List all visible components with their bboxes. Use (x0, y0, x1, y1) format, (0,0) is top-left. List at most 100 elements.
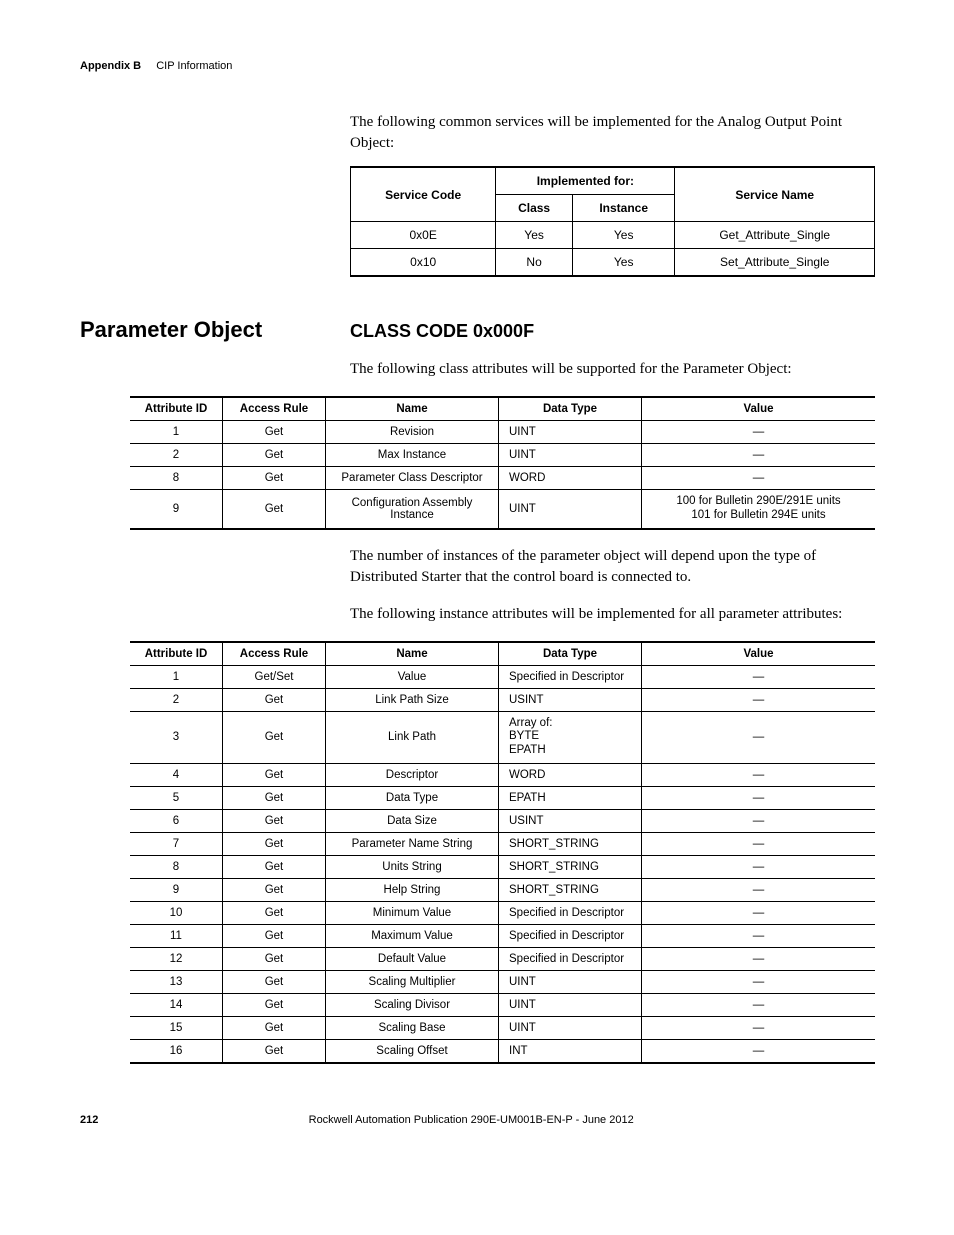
table-row: 6GetData SizeUSINT— (130, 809, 875, 832)
cell: 0x0E (351, 222, 496, 249)
cell: Get (223, 855, 326, 878)
th-access-rule: Access Rule (223, 642, 326, 666)
cell: Set_Attribute_Single (675, 249, 875, 277)
table-row: 0x10NoYesSet_Attribute_Single (351, 249, 875, 277)
th-attr-id: Attribute ID (130, 642, 223, 666)
cell: Get (223, 490, 326, 529)
th-name: Name (326, 397, 499, 421)
table-row: 16GetScaling OffsetINT— (130, 1039, 875, 1063)
cell: Scaling Base (326, 1016, 499, 1039)
th-data-type: Data Type (499, 642, 642, 666)
cell: 9 (130, 878, 223, 901)
cell: — (642, 665, 876, 688)
th-attr-id: Attribute ID (130, 397, 223, 421)
cell: 7 (130, 832, 223, 855)
cell: Get (223, 786, 326, 809)
cell: Minimum Value (326, 901, 499, 924)
page-footer: 212 Rockwell Automation Publication 290E… (80, 1114, 874, 1126)
cell: 5 (130, 786, 223, 809)
th-service-name: Service Name (675, 167, 875, 222)
table-row: 1GetRevisionUINT— (130, 421, 875, 444)
table-row: 3GetLink PathArray of:BYTEEPATH— (130, 711, 875, 763)
cell: Max Instance (326, 444, 499, 467)
th-name: Name (326, 642, 499, 666)
table-row: 7GetParameter Name StringSHORT_STRING— (130, 832, 875, 855)
cell: Get (223, 878, 326, 901)
table-row: 2GetMax InstanceUINT— (130, 444, 875, 467)
cell: — (642, 878, 876, 901)
publication-info: Rockwell Automation Publication 290E-UM0… (98, 1114, 844, 1126)
cell: 8 (130, 855, 223, 878)
cell: 8 (130, 467, 223, 490)
cell: 12 (130, 947, 223, 970)
instance-attributes-tbody: 1Get/SetValueSpecified in Descriptor—2Ge… (130, 665, 875, 1063)
cell: 3 (130, 711, 223, 763)
cell: Get (223, 444, 326, 467)
cell: 14 (130, 993, 223, 1016)
instance-attributes-table: Attribute ID Access Rule Name Data Type … (130, 641, 875, 1064)
cell: — (642, 832, 876, 855)
cell: 1 (130, 421, 223, 444)
cell: Get (223, 947, 326, 970)
cell: 16 (130, 1039, 223, 1063)
th-data-type: Data Type (499, 397, 642, 421)
cell: WORD (499, 467, 642, 490)
cell: Specified in Descriptor (499, 924, 642, 947)
cell: — (642, 711, 876, 763)
cell: Parameter Name String (326, 832, 499, 855)
cell: — (642, 809, 876, 832)
section-heading-row: Parameter Object CLASS CODE 0x000F (80, 317, 874, 343)
cell: UINT (499, 970, 642, 993)
table-row: 8GetUnits StringSHORT_STRING— (130, 855, 875, 878)
cell: UINT (499, 444, 642, 467)
class-attributes-tbody: 1GetRevisionUINT—2GetMax InstanceUINT—8G… (130, 421, 875, 529)
cell: EPATH (499, 786, 642, 809)
cell: Scaling Multiplier (326, 970, 499, 993)
cell: 10 (130, 901, 223, 924)
class-code-heading: CLASS CODE 0x000F (350, 321, 534, 342)
th-class: Class (496, 195, 573, 222)
cell: — (642, 786, 876, 809)
cell: — (642, 924, 876, 947)
cell: Help String (326, 878, 499, 901)
cell: UINT (499, 1016, 642, 1039)
cell: Yes (572, 222, 675, 249)
cell: 100 for Bulletin 290E/291E units101 for … (642, 490, 876, 529)
cell: — (642, 901, 876, 924)
cell: 15 (130, 1016, 223, 1039)
cell: Revision (326, 421, 499, 444)
cell: Get_Attribute_Single (675, 222, 875, 249)
cell: — (642, 467, 876, 490)
th-value: Value (642, 397, 876, 421)
table-row: 5GetData TypeEPATH— (130, 786, 875, 809)
section-label: CIP Information (156, 60, 232, 72)
table-row: 2GetLink Path SizeUSINT— (130, 688, 875, 711)
cell: UINT (499, 421, 642, 444)
class-attributes-table: Attribute ID Access Rule Name Data Type … (130, 396, 875, 530)
cell: Link Path (326, 711, 499, 763)
cell: 13 (130, 970, 223, 993)
cell: Get (223, 467, 326, 490)
body-paragraph-3: The following instance attributes will b… (350, 604, 874, 625)
cell: Get/Set (223, 665, 326, 688)
cell: USINT (499, 688, 642, 711)
cell: No (496, 249, 573, 277)
cell: Specified in Descriptor (499, 901, 642, 924)
cell: 6 (130, 809, 223, 832)
cell: UINT (499, 490, 642, 529)
page-number: 212 (80, 1114, 98, 1126)
cell: Get (223, 711, 326, 763)
cell: SHORT_STRING (499, 878, 642, 901)
cell: 4 (130, 763, 223, 786)
cell: — (642, 421, 876, 444)
cell: Get (223, 901, 326, 924)
cell: 1 (130, 665, 223, 688)
cell: Get (223, 1039, 326, 1063)
cell: — (642, 1039, 876, 1063)
cell: Units String (326, 855, 499, 878)
table-row: 10GetMinimum ValueSpecified in Descripto… (130, 901, 875, 924)
body-paragraph-1: The following class attributes will be s… (350, 359, 874, 380)
cell: SHORT_STRING (499, 832, 642, 855)
table-row: 9GetHelp StringSHORT_STRING— (130, 878, 875, 901)
cell: 0x10 (351, 249, 496, 277)
